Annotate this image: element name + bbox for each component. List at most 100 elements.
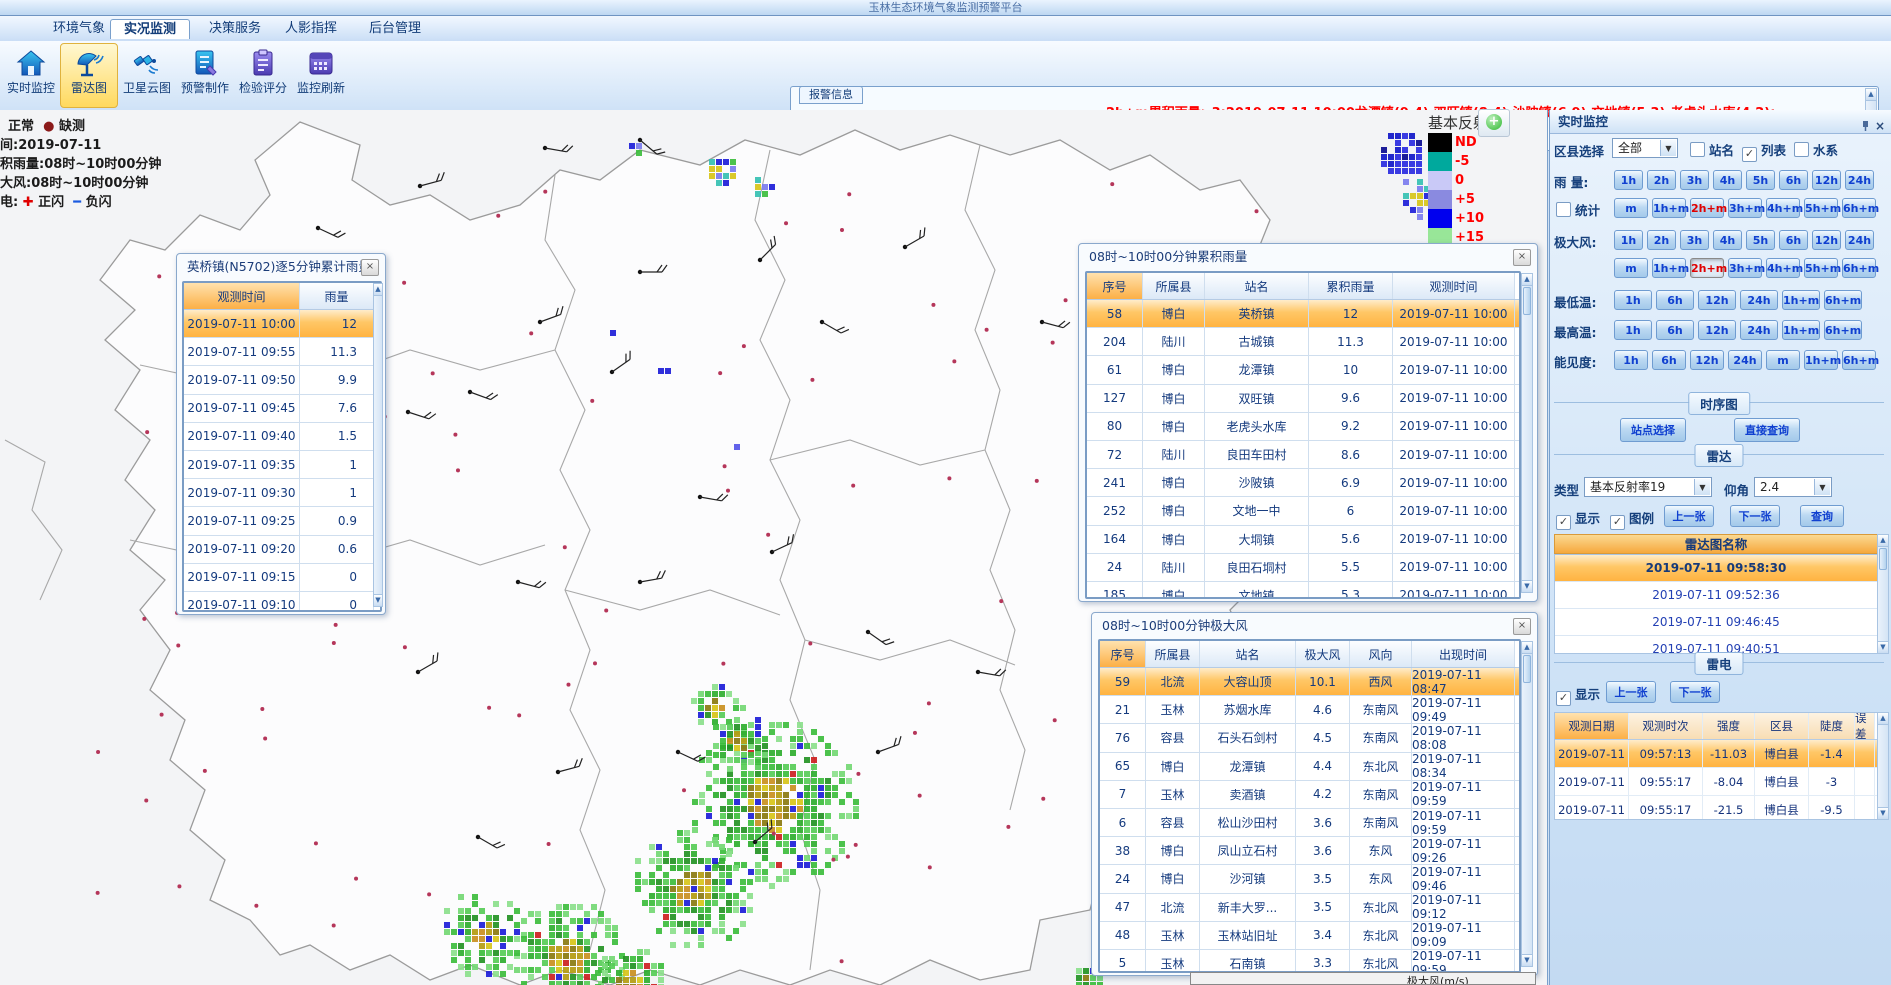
table-row[interactable]: 76容县石头石剑村4.5东南风2019-07-11 08:08 [1100, 724, 1519, 752]
table-row[interactable]: 2019-07-11 09:301 [184, 479, 380, 507]
table-row[interactable]: 80博白老虎头水库9.22019-07-11 10:00 [1087, 413, 1519, 441]
table-row[interactable]: 5玉林石南镇3.3东北风2019-07-11 09:59 [1100, 950, 1519, 973]
range-button-5h+m[interactable]: 5h+m [1804, 198, 1838, 218]
stat-checkbox[interactable]: 统计 [1556, 200, 1600, 219]
warning-create-button[interactable]: 预警制作 [176, 43, 234, 108]
satellite-cloud-button[interactable]: 卫星云图 [118, 43, 176, 108]
range-button-5h[interactable]: 5h [1746, 170, 1775, 190]
range-button-6h[interactable]: 6h [1656, 320, 1694, 340]
column-header[interactable]: 极大风 [1296, 641, 1350, 667]
lightning-next-button[interactable]: 下一张 [1670, 681, 1720, 703]
table-row[interactable]: 38博白凤山立石村3.6东风2019-07-11 09:26 [1100, 837, 1519, 865]
table-row[interactable]: 2019-07-11 09:250.9 [184, 507, 380, 535]
column-header[interactable]: 风向 [1350, 641, 1412, 667]
table-row[interactable]: 24博白沙河镇3.5东风2019-07-11 09:46 [1100, 865, 1519, 893]
close-icon[interactable]: × [1513, 618, 1531, 635]
popup-scrollbar[interactable]: ▲▼ [1521, 641, 1533, 967]
station-name-checkbox[interactable]: 站名 [1690, 140, 1734, 159]
table-row[interactable]: 2019-07-11 09:509.9 [184, 366, 380, 394]
range-button-1h[interactable]: 1h [1614, 230, 1643, 250]
column-header[interactable]: 强度 [1703, 713, 1755, 739]
table-row[interactable]: 241博白沙陂镇6.92019-07-11 10:00 [1087, 469, 1519, 497]
radar-legend-checkbox[interactable]: ✓图例 [1610, 508, 1654, 530]
table-row[interactable]: 21玉林苏烟水库4.6东南风2019-07-11 09:49 [1100, 696, 1519, 724]
menu-tab-weather-mod[interactable]: 人影指挥 [272, 19, 350, 38]
range-button-1h+m[interactable]: 1h+m [1652, 258, 1686, 278]
table-row[interactable]: 2019-07-11 09:200.6 [184, 536, 380, 564]
list-item[interactable]: 2019-07-11 09:58:30 [1555, 555, 1877, 582]
range-button-1h+m[interactable]: 1h+m [1804, 350, 1838, 370]
popup-scrollbar[interactable]: ▲▼ [1521, 273, 1533, 593]
column-header[interactable]: 观测时间 [1393, 273, 1515, 299]
column-header[interactable]: 序号 [1087, 273, 1143, 299]
monitor-refresh-button[interactable]: 监控刷新 [292, 43, 350, 108]
table-row[interactable]: 2019-07-11 09:351 [184, 451, 380, 479]
table-row[interactable]: 185博白文地镇5.32019-07-11 10:00 [1087, 582, 1519, 599]
radar-type-select[interactable]: 基本反射率19▼ [1584, 477, 1712, 497]
table-row[interactable]: 127博白双旺镇9.62019-07-11 10:00 [1087, 385, 1519, 413]
table-row[interactable]: 58博白英桥镇122019-07-11 10:00 [1087, 300, 1519, 328]
table-row[interactable]: 65博白龙潭镇4.4东北风2019-07-11 08:34 [1100, 753, 1519, 781]
range-button-m[interactable]: m [1614, 198, 1648, 218]
range-button-m[interactable]: m [1614, 258, 1648, 278]
range-button-6h[interactable]: 6h [1652, 350, 1686, 370]
menu-tab-realtime[interactable]: 实况监测 [110, 19, 190, 39]
range-button-4h+m[interactable]: 4h+m [1766, 258, 1800, 278]
range-button-24h[interactable]: 24h [1845, 170, 1874, 190]
water-system-checkbox[interactable]: 水系 [1794, 140, 1838, 159]
table-row[interactable]: 2019-07-11 09:5511.3 [184, 338, 380, 366]
close-icon[interactable]: × [361, 259, 379, 276]
radar-map-button[interactable]: 雷达图 [60, 43, 118, 108]
range-button-1h[interactable]: 1h [1614, 290, 1652, 310]
range-button-12h[interactable]: 12h [1698, 290, 1736, 310]
verify-score-button[interactable]: 检验评分 [234, 43, 292, 108]
range-button-3h+m[interactable]: 3h+m [1728, 198, 1762, 218]
table-row[interactable]: 2019-07-11 09:150 [184, 564, 380, 592]
pin-icon[interactable] [1860, 120, 1871, 132]
table-row[interactable]: 2019-07-1109:55:17-21.5博白县-9.5 [1555, 796, 1877, 820]
table-row[interactable]: 2019-07-11 09:401.5 [184, 423, 380, 451]
direct-query-button[interactable]: 直接查询 [1734, 418, 1800, 442]
range-button-6h+m[interactable]: 6h+m [1842, 350, 1876, 370]
realtime-monitor-button[interactable]: 实时监控 [2, 43, 60, 108]
column-header[interactable]: 累积雨量 [1309, 273, 1393, 299]
table-row[interactable]: 204陆川古城镇11.32019-07-11 10:00 [1087, 328, 1519, 356]
range-button-3h[interactable]: 3h [1680, 230, 1709, 250]
range-button-1h+m[interactable]: 1h+m [1782, 320, 1820, 340]
range-button-m[interactable]: m [1766, 350, 1800, 370]
table-row[interactable]: 252博白文地一中62019-07-11 10:00 [1087, 497, 1519, 525]
close-icon[interactable]: × [1513, 249, 1531, 266]
range-button-12h[interactable]: 12h [1698, 320, 1736, 340]
radar-query-button[interactable]: 查询 [1800, 505, 1844, 527]
range-button-5h[interactable]: 5h [1746, 230, 1775, 250]
range-button-24h[interactable]: 24h [1728, 350, 1762, 370]
menu-tab-environment[interactable]: 环境气象 [40, 19, 118, 38]
column-header[interactable]: 站名 [1205, 273, 1309, 299]
range-button-2h[interactable]: 2h [1647, 170, 1676, 190]
range-button-3h[interactable]: 3h [1680, 170, 1709, 190]
range-button-12h[interactable]: 12h [1812, 230, 1841, 250]
radar-prev-button[interactable]: 上一张 [1664, 505, 1714, 527]
column-header[interactable]: 观测时间 [184, 283, 300, 309]
column-header[interactable]: 观测日期 [1555, 713, 1629, 739]
table-row[interactable]: 61博白龙潭镇102019-07-11 10:00 [1087, 356, 1519, 384]
range-button-6h+m[interactable]: 6h+m [1824, 320, 1862, 340]
lightning-show-checkbox[interactable]: ✓显示 [1556, 684, 1600, 706]
menu-tab-admin[interactable]: 后台管理 [356, 19, 434, 38]
radar-show-checkbox[interactable]: ✓显示 [1556, 508, 1600, 530]
lightning-prev-button[interactable]: 上一张 [1606, 681, 1656, 703]
range-button-6h+m[interactable]: 6h+m [1842, 258, 1876, 278]
popup-scrollbar[interactable]: ▲▼ [373, 283, 383, 607]
table-row[interactable]: 2019-07-1109:55:17-8.04博白县-3 [1555, 768, 1877, 796]
table-row[interactable]: 47北流新丰大罗...3.5东北风2019-07-11 09:12 [1100, 894, 1519, 922]
collapse-icon[interactable]: × [1875, 119, 1885, 133]
range-button-1h[interactable]: 1h [1614, 170, 1643, 190]
range-button-4h+m[interactable]: 4h+m [1766, 198, 1800, 218]
range-button-1h[interactable]: 1h [1614, 350, 1648, 370]
range-button-12h[interactable]: 12h [1812, 170, 1841, 190]
alert-tab[interactable]: 报警信息 [799, 86, 863, 104]
radar-next-button[interactable]: 下一张 [1730, 505, 1780, 527]
column-header[interactable]: 误差 [1855, 713, 1875, 739]
column-header[interactable]: 出现时间 [1412, 641, 1515, 667]
column-header[interactable]: 雨量 [300, 283, 374, 309]
